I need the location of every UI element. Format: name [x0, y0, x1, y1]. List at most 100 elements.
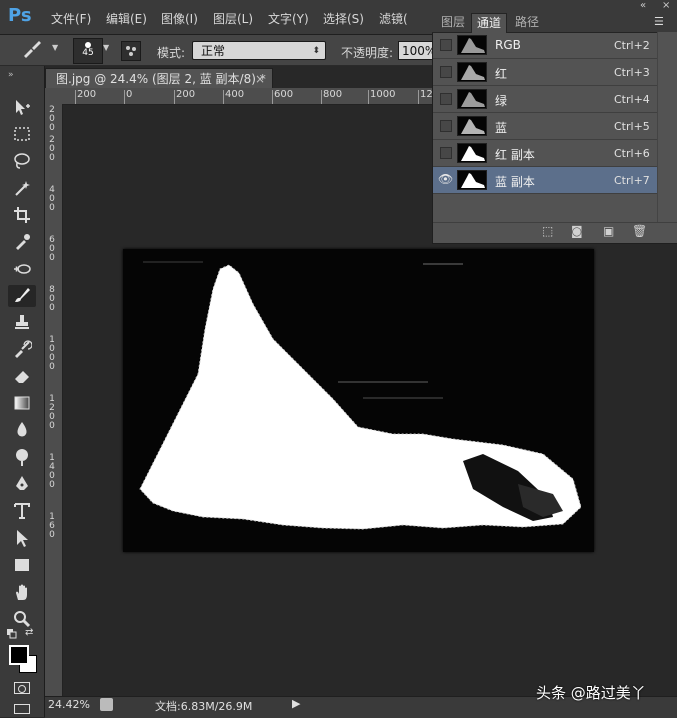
eye-icon[interactable]: 👁: [438, 172, 453, 186]
menu-edit[interactable]: 编辑(E): [106, 10, 147, 27]
channel-thumbnail: [457, 170, 487, 190]
menu-filter[interactable]: 滤镜(: [379, 10, 408, 27]
type-tool-icon[interactable]: [8, 501, 36, 523]
trash-icon[interactable]: 🗑: [632, 224, 647, 238]
move-tool-icon[interactable]: [8, 97, 36, 119]
healing-brush-tool-icon[interactable]: [8, 259, 36, 281]
channel-shortcut: Ctrl+6: [614, 147, 650, 160]
menu-layer[interactable]: 图层(L): [213, 10, 253, 27]
ruler-origin[interactable]: [45, 88, 62, 104]
ruler-tick: [418, 90, 419, 104]
mode-value: 正常: [201, 44, 226, 58]
foreground-color-swatch[interactable]: [9, 645, 29, 665]
mode-select[interactable]: 正常 ⬍: [192, 41, 326, 60]
share-icon[interactable]: [100, 698, 113, 711]
channel-name: 蓝: [495, 121, 508, 135]
visibility-toggle[interactable]: [440, 147, 452, 159]
history-brush-tool-icon[interactable]: [8, 339, 36, 361]
ruler-tick: [124, 90, 125, 104]
ruler-label: 0: [49, 153, 55, 163]
menu-file[interactable]: 文件(F): [51, 10, 91, 27]
chevron-down-icon[interactable]: ▼: [103, 43, 109, 52]
panel-scrollbar[interactable]: [657, 32, 677, 222]
channel-name: 红: [495, 67, 508, 81]
ruler-label: 0: [126, 89, 133, 100]
ruler-label: 0: [49, 530, 55, 540]
crop-tool-icon[interactable]: [8, 205, 36, 227]
panel-menu-icon[interactable]: ☰: [654, 15, 664, 28]
gradient-tool-icon[interactable]: [8, 393, 36, 415]
ruler-tick: [75, 90, 76, 104]
ruler-tick: [223, 90, 224, 104]
ruler-label: 200: [77, 89, 97, 100]
brush-size-picker[interactable]: 45: [73, 38, 103, 64]
channel-row-green[interactable]: 绿 Ctrl+4: [433, 86, 657, 113]
channel-thumbnail: [457, 143, 487, 163]
close-panel-icon[interactable]: ×: [662, 0, 670, 11]
channel-thumbnail: [457, 89, 487, 109]
ruler-label: 400: [225, 89, 245, 100]
zoom-field[interactable]: 24.42%: [48, 698, 90, 711]
brush-tool-icon[interactable]: [8, 285, 36, 307]
marquee-tool-icon[interactable]: [8, 124, 36, 146]
blur-tool-icon[interactable]: [8, 420, 36, 442]
channel-row-blue[interactable]: 蓝 Ctrl+5: [433, 113, 657, 140]
default-colors-icon[interactable]: [7, 628, 17, 639]
channel-thumbnail: [457, 35, 487, 55]
save-selection-icon[interactable]: ◙: [571, 224, 583, 238]
channel-name: 绿: [495, 94, 508, 108]
tab-paths[interactable]: 路径: [510, 13, 544, 32]
swap-colors-icon[interactable]: ⇄: [25, 627, 33, 638]
menu-image[interactable]: 图像(I): [161, 10, 198, 27]
pen-tool-icon[interactable]: [8, 474, 36, 496]
load-selection-icon[interactable]: ⬚: [542, 224, 553, 238]
watermark: 头条 @路过美丫: [536, 684, 646, 702]
channel-row-blue-copy[interactable]: 👁 蓝 副本 Ctrl+7: [433, 167, 657, 194]
quick-mask-icon[interactable]: [14, 682, 30, 694]
ruler-label: 12: [420, 89, 433, 100]
dodge-tool-icon[interactable]: [8, 447, 36, 469]
hand-tool-icon[interactable]: [8, 582, 36, 604]
channel-shortcut: Ctrl+7: [614, 174, 650, 187]
magic-wand-tool-icon[interactable]: [8, 178, 36, 200]
chevron-down-icon[interactable]: ▼: [52, 43, 58, 52]
visibility-toggle[interactable]: [440, 93, 452, 105]
channel-mask-image: [123, 249, 594, 552]
clone-stamp-tool-icon[interactable]: [8, 312, 36, 334]
ruler-label: 0: [49, 123, 55, 133]
lasso-tool-icon[interactable]: [8, 151, 36, 173]
channel-name: RGB: [495, 38, 521, 52]
brush-panel-toggle-icon[interactable]: [121, 41, 141, 61]
channel-shortcut: Ctrl+3: [614, 66, 650, 79]
channel-row-rgb[interactable]: RGB Ctrl+2: [433, 32, 657, 59]
document-canvas[interactable]: [123, 249, 594, 552]
visibility-toggle[interactable]: [440, 66, 452, 78]
rectangle-tool-icon[interactable]: [8, 555, 36, 577]
tab-channels[interactable]: 通道: [471, 13, 508, 33]
screen-mode-icon[interactable]: [14, 704, 30, 714]
new-channel-icon[interactable]: ▣: [603, 224, 614, 238]
select-arrows-icon: ⬍: [312, 46, 320, 56]
menu-select[interactable]: 选择(S): [323, 10, 364, 27]
status-menu-arrow-icon[interactable]: ▶: [292, 697, 300, 710]
tab-layers[interactable]: 图层: [436, 13, 470, 32]
ruler-tick: [321, 90, 322, 104]
close-tab-icon[interactable]: ×: [255, 69, 265, 89]
channel-row-red-copy[interactable]: 红 副本 Ctrl+6: [433, 140, 657, 167]
visibility-toggle[interactable]: [440, 120, 452, 132]
channel-row-red[interactable]: 红 Ctrl+3: [433, 59, 657, 86]
collapse-panel-icon[interactable]: »: [8, 70, 14, 80]
visibility-toggle[interactable]: [440, 39, 452, 51]
menu-type[interactable]: 文字(Y): [268, 10, 309, 27]
channel-thumbnail: [457, 116, 487, 136]
eraser-tool-icon[interactable]: [8, 366, 36, 388]
brush-tool-preset-icon[interactable]: [18, 39, 46, 61]
photoshop-logo: Ps: [8, 5, 32, 26]
channel-name: 蓝 副本: [495, 175, 535, 189]
path-selection-tool-icon[interactable]: [8, 528, 36, 550]
document-info[interactable]: 文档:6.83M/26.9M: [155, 698, 252, 714]
collapse-panel-icon[interactable]: «: [640, 0, 646, 11]
document-tab[interactable]: 图.jpg @ 24.4% (图层 2, 蓝 副本/8) * ×: [45, 68, 273, 88]
eyedropper-tool-icon[interactable]: [8, 232, 36, 254]
ruler-label: 800: [323, 89, 343, 100]
